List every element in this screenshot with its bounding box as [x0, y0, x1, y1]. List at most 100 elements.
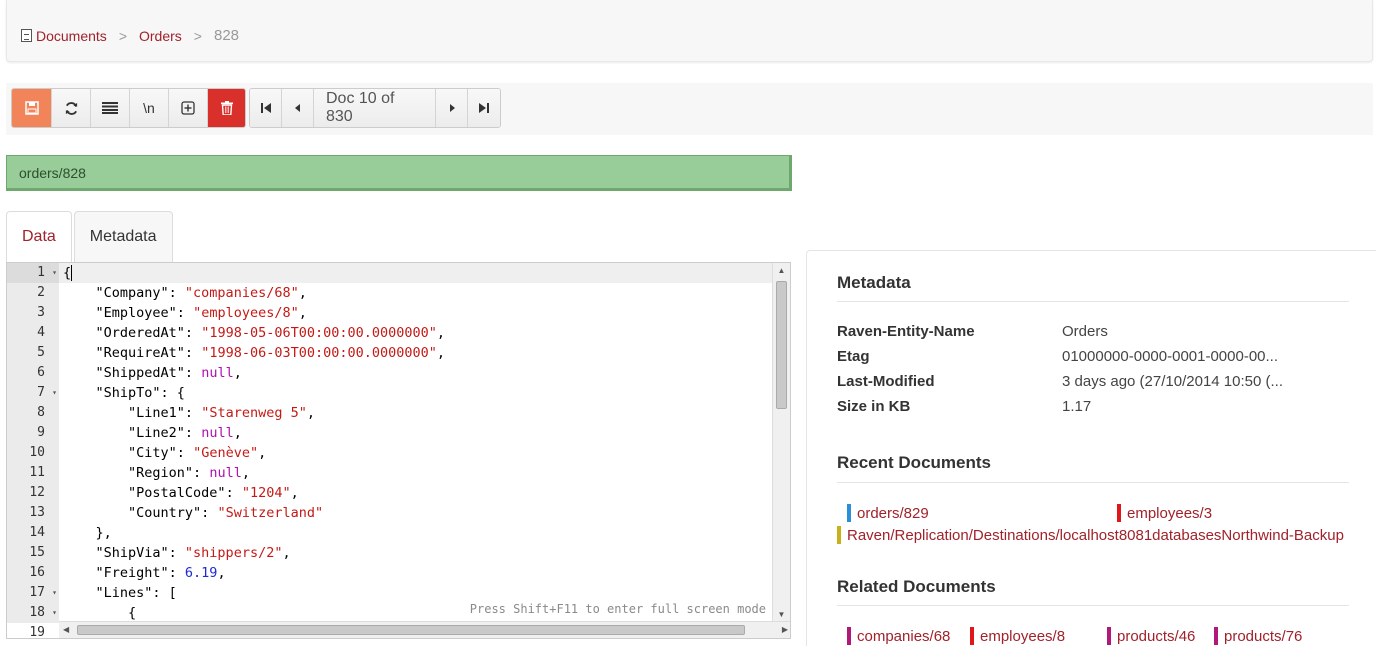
breadcrumb: Documents > Orders > 828 [21, 27, 239, 44]
recent-document-link[interactable]: Raven/Replication/Destinations/localhost… [837, 526, 1344, 544]
line-number: 19 [29, 625, 45, 639]
recent-document-label: employees/3 [1127, 504, 1213, 522]
breadcrumb-current: 828 [213, 27, 240, 44]
recent-document-label: Raven/Replication/Destinations/localhost… [847, 526, 1344, 544]
fold-arrow-icon[interactable]: ▾ [52, 383, 57, 403]
newline-button[interactable]: \n [130, 89, 169, 127]
related-document-link[interactable]: products/76 [1214, 627, 1302, 645]
fold-arrow-icon[interactable]: ▾ [52, 263, 57, 283]
line-number: 5 [37, 345, 45, 360]
toolbar: \n Doc 10 of 830 [6, 83, 1373, 135]
skip-first-icon [260, 103, 271, 113]
delete-button[interactable] [208, 89, 245, 127]
breadcrumb-documents-link[interactable]: Documents [36, 28, 107, 44]
skip-last-icon [479, 103, 489, 113]
last-doc-button[interactable] [468, 89, 500, 127]
document-id-field[interactable]: orders/828 [6, 155, 792, 191]
code-line: "City": "Genève", [128, 445, 267, 461]
editor-tabs: Data Metadata [6, 211, 175, 262]
code-line: "Region": null, [128, 465, 250, 481]
code-line: { [59, 263, 774, 283]
recent-document-label: orders/829 [857, 504, 929, 522]
code-line: "OrderedAt": "1998-05-06T00:00:00.000000… [95, 325, 446, 341]
metadata-row: Size in KB 1.17 [837, 398, 1357, 422]
line-number: 13 [29, 505, 45, 520]
horizontal-scroll-thumb[interactable] [77, 625, 745, 635]
divider [837, 482, 1349, 483]
divider [837, 605, 1349, 606]
collection-color-marker [1117, 504, 1121, 522]
tab-data[interactable]: Data [6, 211, 72, 262]
breadcrumb-separator: > [193, 27, 202, 44]
code-line: "Employee": "employees/8", [95, 305, 307, 321]
vertical-scrollbar[interactable]: ▲ ▼ [772, 263, 790, 623]
refresh-icon [65, 101, 77, 115]
edit-button-group: \n [11, 88, 246, 128]
line-number: 18 ▾ [7, 603, 59, 623]
scroll-right-icon[interactable]: ▶ [782, 622, 788, 638]
line-number: 15 [29, 545, 45, 560]
collection-color-marker [847, 627, 851, 645]
vertical-scroll-thumb[interactable] [776, 281, 787, 409]
caret-left-icon [294, 104, 300, 112]
related-document-label: products/76 [1224, 627, 1303, 645]
scroll-up-icon[interactable]: ▲ [773, 263, 790, 279]
metadata-key: Last-Modified [837, 373, 935, 390]
breadcrumb-orders-link[interactable]: Orders [139, 28, 182, 44]
code-area[interactable]: { "Company": "companies/68", "Employee":… [59, 263, 774, 623]
code-line: "ShippedAt": null, [95, 365, 242, 381]
next-doc-button[interactable] [436, 89, 468, 127]
code-line: "Lines": [ [95, 585, 177, 601]
scroll-left-icon[interactable]: ◀ [63, 622, 69, 638]
related-document-link[interactable]: companies/68 [847, 627, 950, 645]
divider [837, 301, 1349, 302]
code-line: "Country": "Switzerland" [128, 505, 324, 521]
line-number: 8 [37, 405, 45, 420]
format-button[interactable] [91, 89, 130, 127]
expand-button[interactable] [169, 89, 208, 127]
fold-arrow-icon[interactable]: ▾ [52, 583, 57, 603]
fold-arrow-icon[interactable]: ▾ [52, 603, 57, 623]
related-document-link[interactable]: products/46 [1107, 627, 1195, 645]
collection-color-marker [970, 627, 974, 645]
collection-color-marker [847, 504, 851, 522]
line-number: 6 [37, 365, 45, 380]
json-editor[interactable]: 1 ▾ 2 3 4 5 6 7 ▾ 8 9 10 11 12 13 14 15 16… [6, 262, 791, 639]
line-number: 3 [37, 305, 45, 320]
related-document-link[interactable]: employees/8 [970, 627, 1065, 645]
metadata-row: Etag 01000000-0000-0001-0000-00... [837, 348, 1357, 372]
line-number: 7 ▾ [7, 383, 59, 403]
line-number: 14 [29, 525, 45, 540]
line-number: 1 ▾ [7, 263, 59, 283]
line-number: 2 [37, 285, 45, 300]
related-document-label: companies/68 [857, 627, 951, 645]
document-info-panel: Metadata Raven-Entity-Name Orders Etag 0… [806, 250, 1376, 646]
tab-metadata[interactable]: Metadata [73, 211, 173, 262]
metadata-key: Raven-Entity-Name [837, 323, 975, 340]
pager-button-group: Doc 10 of 830 [249, 88, 501, 128]
line-number: 17 ▾ [7, 583, 59, 603]
first-doc-button[interactable] [250, 89, 282, 127]
recent-document-link[interactable]: employees/3 [1117, 504, 1212, 522]
save-button[interactable] [12, 89, 52, 127]
metadata-value: 1.17 [1062, 398, 1092, 415]
code-line: "RequireAt": "1998-06-03T00:00:00.000000… [95, 345, 446, 361]
line-number: 10 [29, 445, 45, 460]
related-documents-heading: Related Documents [837, 577, 996, 596]
code-line: "Company": "companies/68", [95, 285, 307, 301]
line-number: 12 [29, 485, 45, 500]
recent-document-link[interactable]: orders/829 [847, 504, 929, 522]
code-line: "Freight": 6.19, [95, 565, 226, 581]
horizontal-scrollbar[interactable]: ◀ ▶ [59, 621, 790, 638]
trash-icon [220, 101, 233, 115]
metadata-heading: Metadata [837, 273, 911, 292]
code-line: "PostalCode": "1204", [128, 485, 299, 501]
recent-documents-heading: Recent Documents [837, 453, 991, 472]
text-cursor [71, 265, 73, 281]
prev-doc-button[interactable] [282, 89, 314, 127]
metadata-value: 01000000-0000-0001-0000-00... [1062, 348, 1279, 365]
related-document-label: employees/8 [980, 627, 1066, 645]
save-icon [24, 101, 39, 115]
refresh-button[interactable] [52, 89, 91, 127]
pager-status: Doc 10 of 830 [314, 89, 436, 127]
